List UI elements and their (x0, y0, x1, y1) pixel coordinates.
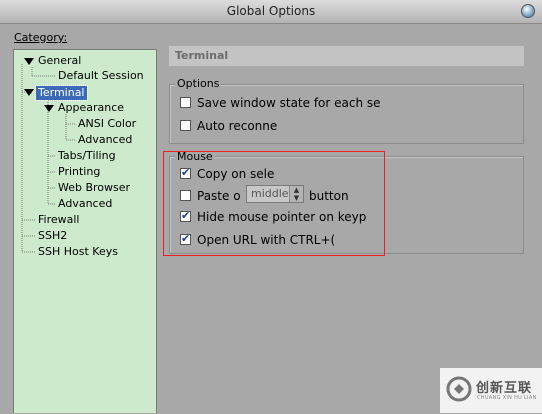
tree-item-ssh-host-keys[interactable]: SSH Host Keys (38, 245, 118, 259)
tree-item-web-browser[interactable]: Web Browser (58, 181, 130, 195)
highlight-annotation (163, 151, 385, 256)
watermark: 创新互联 CHUANG XIN HU LIAN (440, 368, 542, 413)
tree-item-ansi-color[interactable]: ANSI Color (78, 117, 136, 131)
tree-item-appearance[interactable]: Appearance (58, 101, 124, 115)
tree-item-ssh2[interactable]: SSH2 (38, 229, 67, 243)
watermark-subtext: CHUANG XIN HU LIAN (477, 395, 537, 401)
save-window-state-label: Save window state for each se (197, 96, 381, 110)
tree-item-appearance-advanced[interactable]: Advanced (78, 133, 132, 147)
tree-item-terminal[interactable]: Terminal (35, 85, 88, 101)
tree-item-terminal-advanced[interactable]: Advanced (58, 197, 112, 211)
expand-triangle-icon[interactable] (44, 105, 54, 112)
watermark-text: 创新互联 (476, 381, 533, 396)
tree-item-default-session[interactable]: Default Session (58, 69, 144, 83)
save-window-state-checkbox[interactable] (180, 97, 191, 108)
auto-reconnect-label: Auto reconne (197, 119, 278, 133)
options-group-legend: Options (175, 77, 222, 90)
tree-item-general[interactable]: General (38, 54, 81, 68)
title-bar: Global Options (0, 0, 542, 24)
category-label: Category: (14, 31, 67, 44)
page-title: Terminal (169, 46, 524, 66)
window-title: Global Options (226, 4, 316, 18)
watermark-logo-icon (446, 376, 472, 402)
options-groupbox: Options Save window state for each se Au… (169, 77, 524, 144)
expand-triangle-icon[interactable] (24, 89, 34, 96)
tree-item-printing[interactable]: Printing (58, 165, 100, 179)
window-close-button[interactable] (521, 4, 535, 18)
expand-triangle-icon[interactable] (24, 58, 34, 65)
auto-reconnect-checkbox[interactable] (180, 120, 191, 131)
tree-item-tabs-tiling[interactable]: Tabs/Tiling (58, 149, 116, 163)
tree-item-firewall[interactable]: Firewall (38, 213, 79, 227)
category-tree[interactable]: General Default Session Terminal Appeara… (13, 49, 157, 413)
category-label-text: Category: (14, 31, 68, 44)
